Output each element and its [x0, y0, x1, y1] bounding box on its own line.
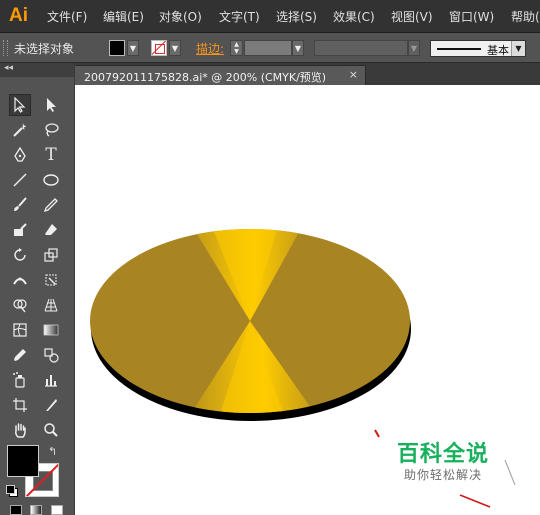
paintbrush-icon — [14, 197, 27, 211]
gradient-tool[interactable] — [40, 319, 62, 341]
shape-builder-icon — [13, 299, 27, 313]
menu-file[interactable]: 文件(F) — [47, 8, 87, 25]
eraser-tool[interactable] — [40, 219, 62, 241]
paintbrush-tool[interactable] — [9, 194, 31, 216]
control-bar: 未选择对象 ▼ ▼ 描边: ▲ ▼ ▼ ▼ 基本 ▼ — [0, 33, 540, 63]
free-transform-icon — [45, 274, 57, 286]
type-tool[interactable]: T — [40, 144, 62, 166]
stroke-weight-spinner[interactable]: ▲ ▼ — [230, 40, 243, 56]
watermark-title: 百科全说 — [397, 442, 490, 467]
tools-panel-header[interactable]: ◂◂ — [0, 63, 74, 77]
column-graph-tool[interactable] — [40, 369, 62, 391]
menu-select[interactable]: 选择(S) — [276, 8, 317, 25]
rotate-icon — [14, 248, 26, 261]
blob-brush-icon — [14, 223, 27, 236]
blend-icon — [44, 348, 59, 363]
selection-tool[interactable] — [9, 94, 31, 116]
symbol-sprayer-icon — [13, 372, 25, 388]
eraser-icon — [45, 224, 57, 235]
menu-view[interactable]: 视图(V) — [391, 8, 433, 25]
stroke-dropdown-arrow[interactable]: ▼ — [169, 40, 181, 56]
mesh-tool[interactable] — [9, 319, 31, 341]
symbol-sprayer-tool[interactable] — [9, 369, 31, 391]
menu-help[interactable]: 帮助( — [511, 8, 540, 25]
fill-swatch[interactable] — [7, 445, 39, 477]
slice-tool[interactable] — [40, 394, 62, 416]
width-tool[interactable] — [9, 269, 31, 291]
scale-icon — [44, 248, 58, 262]
type-t-icon: T — [45, 145, 57, 165]
menu-effect[interactable]: 效果(C) — [333, 8, 375, 25]
selection-status: 未选择对象 — [14, 42, 75, 56]
menu-type[interactable]: 文字(T) — [219, 8, 260, 25]
stroke-preview-line — [437, 48, 481, 50]
app-logo: Ai — [9, 5, 28, 26]
magic-wand-tool[interactable] — [9, 119, 31, 141]
swap-fill-stroke-icon[interactable]: ↰ — [48, 445, 57, 458]
menu-edit[interactable]: 编辑(E) — [103, 8, 144, 25]
grip-handle[interactable] — [3, 40, 8, 56]
menu-object[interactable]: 对象(O) — [159, 8, 202, 25]
ellipse-tool[interactable] — [40, 169, 62, 191]
fill-dropdown-arrow[interactable]: ▼ — [127, 40, 139, 56]
stroke-color-swatch[interactable] — [151, 40, 167, 56]
menu-bar: Ai 文件(F) 编辑(E) 对象(O) 文字(T) 选择(S) 效果(C) 视… — [0, 0, 540, 33]
menu-window[interactable]: 窗口(W) — [449, 8, 494, 25]
blend-tool[interactable] — [40, 344, 62, 366]
pencil-icon — [43, 198, 58, 213]
perspective-grid-icon — [44, 298, 58, 312]
arrow-icon — [14, 97, 26, 113]
brush-definition-label: 基本 — [487, 44, 509, 57]
scale-tool[interactable] — [40, 244, 62, 266]
fill-color-swatch[interactable] — [109, 40, 125, 56]
gradient-icon — [43, 324, 59, 336]
artboard-tool[interactable] — [9, 394, 31, 416]
zoom-tool[interactable] — [40, 419, 62, 441]
artboard-icon — [13, 398, 27, 412]
close-icon[interactable]: × — [349, 68, 358, 81]
perspective-grid-tool[interactable] — [40, 294, 62, 316]
line-segment-tool[interactable] — [9, 169, 31, 191]
stroke-label[interactable]: 描边: — [196, 40, 224, 57]
lasso-icon — [45, 123, 59, 137]
color-mode-button[interactable] — [10, 505, 22, 515]
ellipse-icon — [43, 174, 59, 186]
hand-icon — [15, 423, 26, 438]
document-tab[interactable]: 20079201117582­8.ai* @ 200% (CMYK/预览) × — [74, 65, 366, 85]
disc-top — [90, 229, 410, 413]
rotate-tool[interactable] — [9, 244, 31, 266]
none-mode-button[interactable] — [51, 505, 63, 515]
magic-wand-icon — [13, 123, 27, 137]
direct-selection-tool[interactable] — [40, 94, 62, 116]
stroke-weight-dropdown[interactable]: ▼ — [292, 40, 304, 56]
slice-icon — [46, 399, 57, 411]
direct-arrow-icon — [47, 98, 56, 112]
variable-width-profile[interactable] — [314, 40, 408, 56]
stroke-weight-input[interactable] — [244, 40, 292, 56]
collapse-icon[interactable]: ◂◂ — [4, 63, 13, 73]
eyedropper-icon — [14, 349, 26, 361]
watermark-subtitle: 助你轻松解决 — [404, 468, 483, 482]
mesh-icon — [13, 323, 27, 337]
brush-definition-dropdown[interactable]: 基本 ▼ — [430, 40, 526, 57]
default-colors-icon[interactable] — [6, 485, 18, 497]
hand-tool[interactable] — [9, 419, 31, 441]
blob-brush-tool[interactable] — [9, 219, 31, 241]
line-icon — [13, 173, 27, 187]
eyedropper-tool[interactable] — [9, 344, 31, 366]
shape-builder-tool[interactable] — [9, 294, 31, 316]
lasso-tool[interactable] — [40, 119, 62, 141]
chevron-down-icon: ▼ — [511, 41, 525, 56]
pencil-tool[interactable] — [40, 194, 62, 216]
document-tab-title: 20079201117582­8.ai* @ 200% (CMYK/预览) — [84, 71, 327, 84]
column-graph-icon — [45, 375, 57, 387]
magnifier-icon — [44, 423, 58, 437]
pen-icon — [14, 147, 26, 162]
pen-tool[interactable] — [9, 144, 31, 166]
width-icon — [13, 277, 27, 285]
gradient-mode-button[interactable] — [30, 505, 42, 515]
default-fill-mini — [6, 485, 15, 494]
free-transform-tool[interactable] — [40, 269, 62, 291]
variable-width-dropdown[interactable]: ▼ — [408, 40, 420, 56]
